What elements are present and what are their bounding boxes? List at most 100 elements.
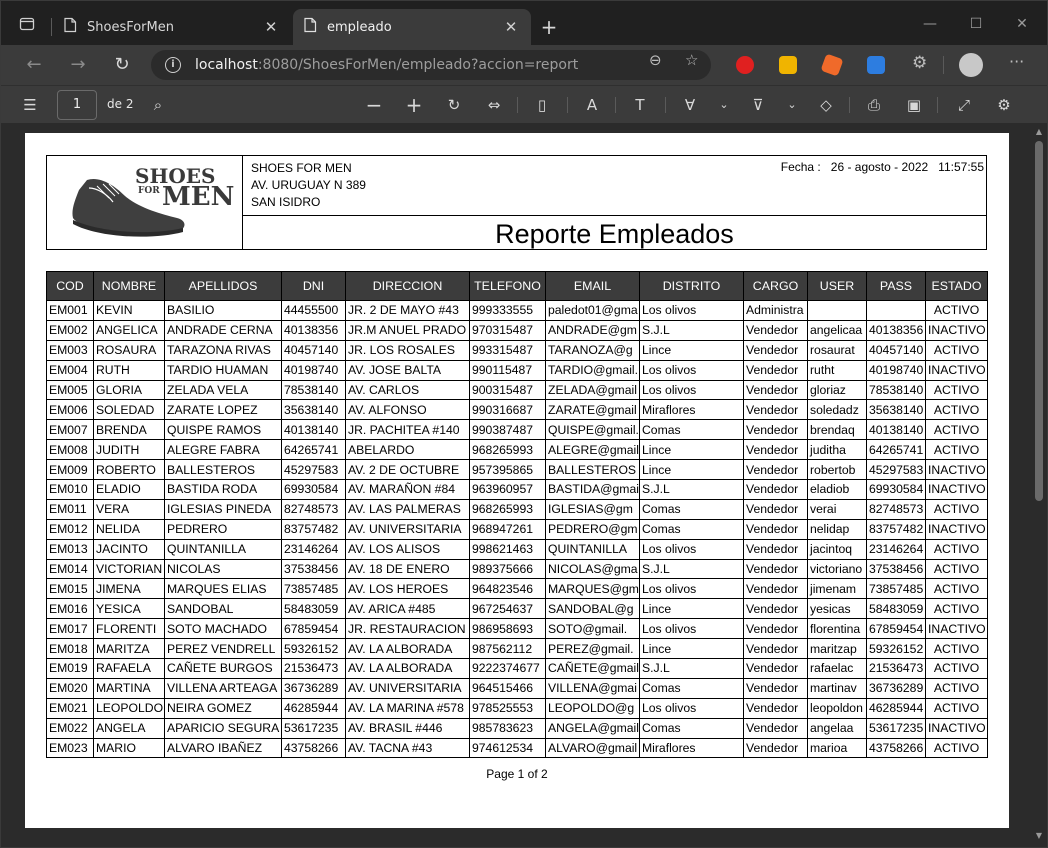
table-row: EM010 ELADIO BASTIDA RODA 69930584 AV. MARAÑ… [46, 479, 988, 500]
table-cell: 40457140 [866, 339, 926, 361]
table-cell: QUINTANILLA [164, 538, 282, 560]
table-cell: Los olivos [639, 359, 744, 381]
url-text[interactable]: localhost:8080/ShoesForMen/empleado?acci… [195, 57, 578, 73]
extension-w-icon[interactable] [779, 56, 797, 74]
table-cell: 43758266 [866, 737, 926, 759]
extensions-icon[interactable]: ⚙ [912, 53, 927, 73]
table-cell: Los olivos [639, 538, 744, 560]
favorite-icon[interactable]: ☆ [685, 51, 698, 69]
forward-icon[interactable]: → [63, 51, 93, 79]
table-cell: 999333555 [469, 300, 546, 321]
table-cell: 21536473 [281, 658, 346, 679]
table-row: EM016 YESICA SANDOBAL 58483059 AV. ARICA #48… [46, 598, 988, 620]
tab-actions-icon[interactable] [13, 11, 41, 37]
table-cell: ANGELA@gmail [545, 717, 640, 739]
column-header: CARGO [743, 271, 808, 301]
table-cell: ACTIVO [925, 558, 988, 580]
table-cell: Vendedor [743, 339, 808, 361]
table-cell: EM010 [46, 479, 94, 500]
search-icon[interactable]: ⌕ [147, 94, 169, 116]
contents-icon[interactable]: ☰ [19, 94, 41, 116]
table-cell: AV. LAS PALMERAS [345, 498, 470, 520]
close-icon[interactable]: ✕ [999, 11, 1045, 37]
table-cell: 21536473 [866, 658, 926, 679]
highlight-icon[interactable]: ⊽ [747, 94, 769, 116]
table-cell: verai [807, 498, 867, 520]
scrollbar[interactable]: ▲ ▼ [1031, 123, 1047, 847]
text-icon[interactable]: T [629, 94, 651, 116]
table-cell: YESICA [93, 598, 165, 620]
page-number-input[interactable]: 1 [57, 90, 97, 120]
chevron-down-icon[interactable]: ⌄ [713, 94, 735, 116]
profile-icon[interactable] [959, 53, 983, 77]
table-cell: EM011 [46, 498, 94, 520]
column-header: COD [46, 271, 94, 301]
address-bar[interactable]: i localhost:8080/ShoesForMen/empleado?ac… [151, 50, 711, 80]
table-cell: ROBERTO [93, 459, 165, 481]
rotate-icon[interactable]: ↻ [443, 94, 465, 116]
table-cell: ACTIVO [925, 439, 988, 461]
tab-empleado[interactable]: empleado ✕ [293, 9, 531, 45]
table-cell: EM014 [46, 558, 94, 580]
table-cell: MARIO [93, 737, 165, 759]
read-aloud-icon[interactable]: A [581, 94, 603, 116]
tab-separator [51, 18, 52, 36]
settings-icon[interactable]: ⚙ [993, 94, 1015, 116]
chevron-down-icon[interactable]: ⌄ [781, 94, 803, 116]
table-cell: LEOPOLDO@g [545, 697, 640, 719]
refresh-icon[interactable]: ↻ [107, 51, 137, 79]
table-cell: ALVARO@gmail [545, 737, 640, 759]
table-cell: ZELADA@gmail [545, 379, 640, 401]
extension-adblock-icon[interactable] [736, 56, 754, 74]
extension-translate-icon[interactable] [867, 56, 885, 74]
table-cell: CAÑETE@gmail [545, 658, 640, 679]
table-cell: S.J.L [639, 319, 744, 341]
close-icon[interactable]: ✕ [261, 18, 281, 36]
table-row: EM005 GLORIA ZELADA VELA 78538140 AV. CARLOS… [46, 379, 988, 401]
zoom-icon[interactable]: ⊖ [649, 51, 662, 69]
company-address: AV. URUGUAY N 389 [251, 178, 366, 192]
zoom-out-icon[interactable]: − [363, 94, 385, 116]
table-row: EM021 LEOPOLDO NEIRA GOMEZ 46285944 AV. LA M… [46, 697, 988, 719]
more-icon[interactable]: ··· [1009, 52, 1024, 71]
table-cell: jacintoq [807, 538, 867, 560]
table-cell: INACTIVO [925, 618, 988, 640]
table-cell: ACTIVO [925, 578, 988, 600]
table-cell [807, 300, 867, 321]
tab-strip: ShoesForMen ✕ empleado ✕ + — ☐ ✕ [1, 1, 1047, 45]
save-icon[interactable]: ▣ [903, 94, 925, 116]
table-cell: 64265741 [866, 439, 926, 461]
table-cell: EM021 [46, 697, 94, 719]
tab-shoesformen[interactable]: ShoesForMen ✕ [53, 9, 291, 45]
close-icon[interactable]: ✕ [501, 18, 521, 36]
info-icon[interactable]: i [165, 57, 181, 73]
plus-icon[interactable]: + [537, 15, 561, 39]
column-header: NOMBRE [93, 271, 165, 301]
scroll-down-icon[interactable]: ▼ [1034, 831, 1044, 840]
page-view-icon[interactable]: ▯ [531, 94, 553, 116]
maximize-icon[interactable]: ☐ [953, 11, 999, 37]
table-cell: 59326152 [281, 638, 346, 660]
table-cell: Comas [639, 498, 744, 520]
back-icon[interactable]: ← [19, 51, 49, 79]
extension-pointer-icon[interactable] [820, 53, 844, 77]
toolbar-separator [615, 97, 616, 113]
print-icon[interactable]: ⎙ [863, 94, 885, 116]
table-cell: 990115487 [469, 359, 546, 381]
table-cell: ZARATE@gmail [545, 399, 640, 421]
minimize-icon[interactable]: — [907, 11, 953, 37]
scroll-thumb[interactable] [1035, 141, 1043, 501]
table-cell: Comas [639, 717, 744, 739]
draw-icon[interactable]: ∀ [679, 94, 701, 116]
table-cell: PEDRERO [164, 518, 282, 540]
table-cell: ABELARDO [345, 439, 470, 461]
fullscreen-icon[interactable]: ⤢ [953, 94, 975, 116]
table-cell: EM006 [46, 399, 94, 421]
table-cell: ACTIVO [925, 498, 988, 520]
scroll-up-icon[interactable]: ▲ [1034, 127, 1044, 136]
fit-page-icon[interactable]: ⇔ [483, 94, 505, 116]
tab-title: empleado [327, 19, 392, 35]
table-cell: SANDOBAL [164, 598, 282, 620]
erase-icon[interactable]: ◇ [815, 94, 837, 116]
zoom-in-icon[interactable]: + [403, 94, 425, 116]
